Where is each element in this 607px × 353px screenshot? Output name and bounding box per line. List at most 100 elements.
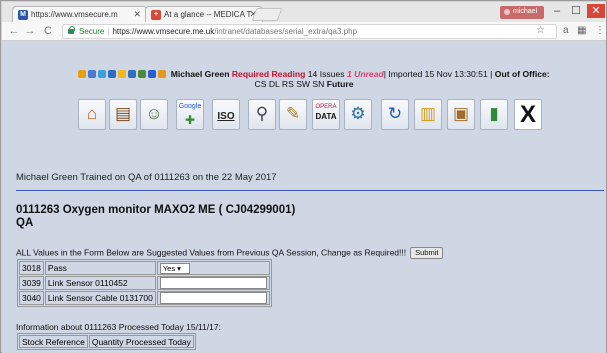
address-toolbar: ← → C Secure | https://www.vmsecure.me.uk/… (2, 22, 606, 41)
star-icon[interactable] (78, 70, 87, 78)
opera-label: OPERA (315, 104, 337, 110)
iso-icon: ISO (217, 111, 235, 122)
issues-count[interactable]: 14 Issues (308, 69, 345, 79)
book-icon: ▮ (489, 104, 499, 123)
status-line: Michael Green Required Reading 14 Issues… (24, 69, 604, 79)
opera-data-button[interactable]: OPERA DATA (312, 99, 340, 130)
out-of-office-label: Out of Office: (494, 69, 550, 79)
star-small-icon[interactable] (118, 70, 127, 78)
folder-chart-icon: ▥ (419, 104, 437, 123)
home-icon: ⌂ (86, 104, 98, 123)
magnifier-icon: ⚲ (255, 104, 269, 123)
square-icon[interactable] (148, 70, 157, 78)
drawer-icon: ▤ (114, 104, 132, 123)
table-header-row: Stock Reference Quantity Processed Today (19, 335, 194, 348)
iso-button[interactable]: ISO (212, 99, 240, 130)
pass-select-value: Yes (162, 263, 176, 273)
trained-text: Michael Green Trained on QA of 0111263 o… (16, 172, 277, 183)
stock-table: Stock Reference Quantity Processed Today (17, 333, 196, 350)
people-icon: ☺ (145, 104, 163, 123)
home-button[interactable]: ⌂ (78, 99, 106, 130)
address-bar[interactable]: Secure | https://www.vmsecure.me.uk/intran… (62, 24, 557, 39)
circle-icon[interactable] (138, 70, 147, 78)
required-reading-link[interactable]: Required Reading (232, 69, 306, 79)
table-row: 3040 Link Sensor Cable 0131700 (19, 291, 270, 305)
close-x-icon: X (519, 101, 536, 128)
box-icon: ▣ (452, 104, 470, 123)
row-label: Pass (44, 261, 156, 275)
pass-select[interactable]: Yes ▾ (159, 262, 190, 274)
exit-button[interactable]: X (514, 99, 542, 130)
extension-a-icon[interactable]: a (563, 25, 569, 37)
tab-close-icon[interactable]: ✕ (133, 9, 141, 20)
note-text: ALL Values in the Form Below are Suggest… (16, 247, 407, 258)
page-content: Michael Green Required Reading 14 Issues… (2, 42, 606, 353)
box-button[interactable]: ▣ (447, 99, 475, 130)
row-label: Link Sensor Cable 0131700 (44, 291, 156, 305)
row-id: 3040 (19, 291, 44, 305)
back-button[interactable]: ← (8, 24, 20, 38)
sun-icon[interactable] (158, 70, 167, 78)
close-window-button[interactable]: ✕ (587, 4, 605, 18)
drawer-button[interactable]: ▤ (109, 99, 137, 130)
search-button[interactable]: ⚲ (248, 99, 276, 130)
opera-data-icon: DATA (315, 112, 337, 121)
forward-button[interactable]: → (24, 24, 36, 38)
imported-text: | Imported 15 Nov 13:30:51 | (383, 69, 493, 79)
tab-label: At a glance -- MEDICA T (164, 10, 252, 19)
bookmark-star-icon[interactable]: ☆ (536, 25, 545, 37)
table-row: 3018 Pass Yes ▾ (19, 261, 270, 275)
processed-info: Information about 0111263 Processed Toda… (16, 322, 221, 332)
google-icon: ✚ (184, 113, 196, 127)
people-button[interactable]: ☺ (140, 99, 168, 130)
column-header: Stock Reference (19, 335, 88, 348)
row-value-cell (156, 276, 270, 290)
qa-form-table: 3018 Pass Yes ▾ 3039 Link Sensor 0110452… (17, 259, 272, 307)
folder-chart-button[interactable]: ▥ (414, 99, 442, 130)
suggested-values-note: ALL Values in the Form Below are Suggest… (16, 247, 444, 259)
google-label: Google (178, 103, 202, 110)
globe-icon[interactable] (98, 70, 107, 78)
url-host: https://www.vmsecure.me.uk (112, 27, 215, 36)
gear-small-icon[interactable] (128, 70, 137, 78)
medica-icon: + (151, 10, 161, 20)
link-sensor-input[interactable] (159, 277, 267, 289)
book-button[interactable]: ▮ (480, 99, 508, 130)
profile-button[interactable]: michael (500, 6, 544, 19)
pen-button[interactable]: ✎ (279, 99, 307, 130)
title-bar: M https://www.vmsecure.m ✕ + At a glance… (2, 2, 606, 22)
table-row: 3039 Link Sensor 0110452 (19, 276, 270, 290)
row-id: 3018 (19, 261, 44, 275)
menu-icon[interactable]: ⋮ (595, 25, 605, 37)
new-tab-button[interactable] (251, 8, 283, 21)
extension-square-icon[interactable]: ▦ (577, 25, 586, 37)
profile-name: michael (513, 8, 538, 15)
cup-icon[interactable] (88, 70, 97, 78)
url-path: /intranet/databases/serial_extra/qa3.php (214, 27, 358, 36)
tab-vmsecure[interactable]: M https://www.vmsecure.m ✕ (12, 6, 147, 22)
reload-button[interactable]: C (42, 24, 54, 38)
refresh-button[interactable]: ↻ (381, 99, 409, 130)
edit-icon[interactable] (108, 70, 117, 78)
unread-count[interactable]: 1 Unread (347, 69, 384, 79)
refresh-icon: ↻ (387, 104, 403, 123)
submit-button[interactable]: Submit (410, 247, 444, 259)
lock-icon (68, 26, 75, 34)
google-button[interactable]: Google ✚ (176, 99, 204, 130)
minimize-button[interactable]: – (548, 4, 566, 18)
browser-window: M https://www.vmsecure.m ✕ + At a glance… (0, 0, 607, 353)
link-sensor-cable-input[interactable] (159, 292, 267, 304)
maximize-button[interactable]: ☐ (567, 4, 585, 18)
device-name: 0111263 Oxygen monitor MAXO2 ME ( CJ0429… (16, 204, 296, 216)
settings-button[interactable]: ⚙ (344, 99, 372, 130)
divider (16, 190, 604, 191)
user-name: Michael Green (170, 69, 230, 79)
row-value-cell: Yes ▾ (156, 261, 270, 275)
pen-icon: ✎ (285, 104, 301, 123)
tab-medica[interactable]: + At a glance -- MEDICA T ✕ (145, 6, 263, 22)
qa-heading: QA (16, 217, 34, 229)
settings-icon: ⚙ (350, 104, 366, 123)
future-label: Future (326, 79, 354, 89)
tab-label: https://www.vmsecure.m (31, 10, 118, 19)
secure-label: Secure (79, 27, 105, 36)
